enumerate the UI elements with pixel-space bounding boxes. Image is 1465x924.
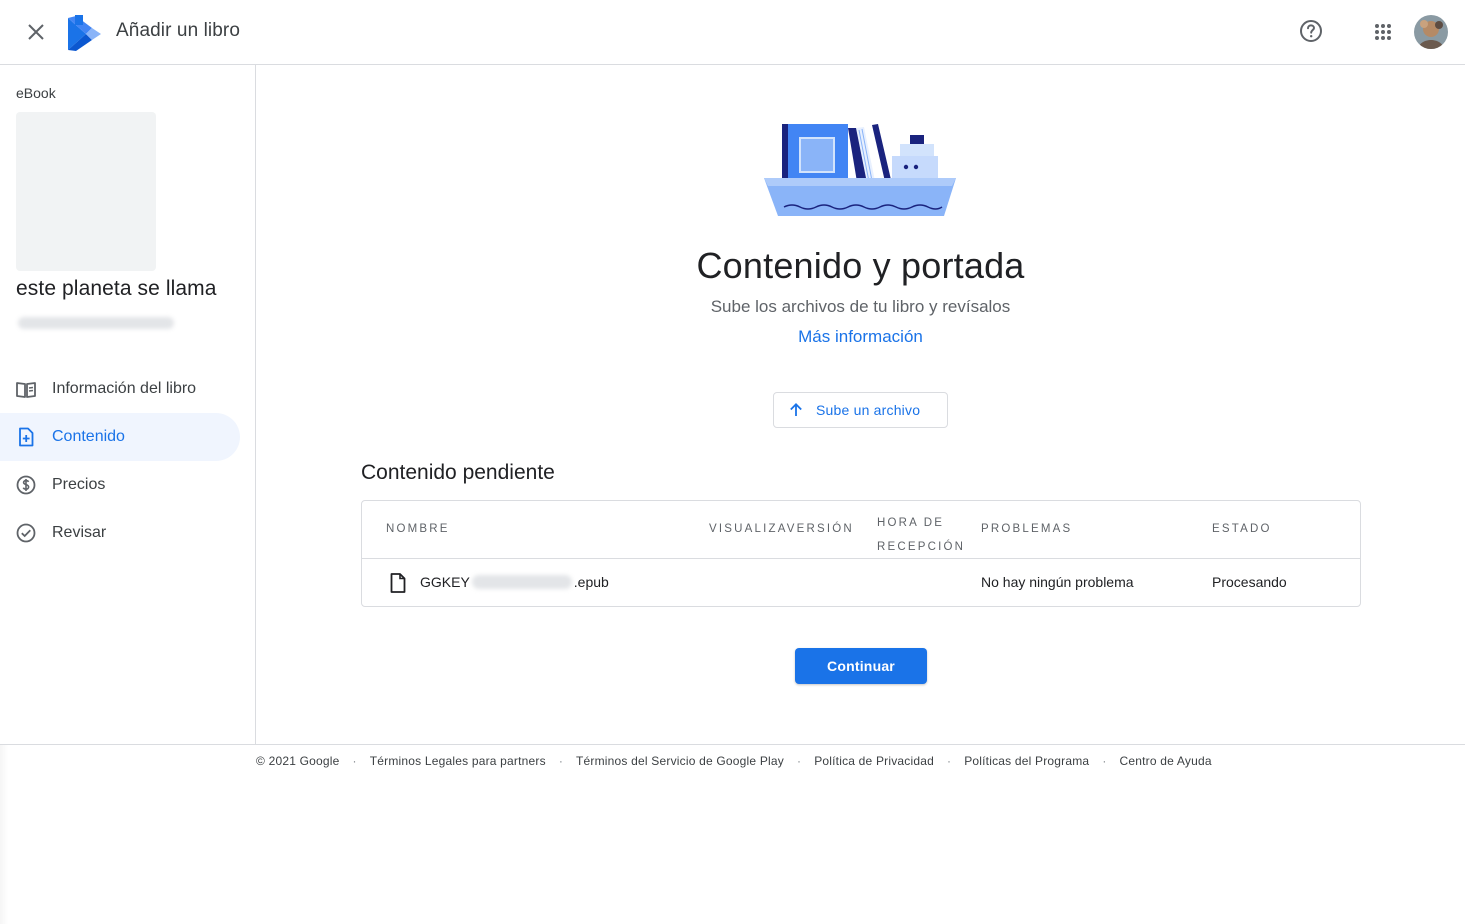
footer-separator: ·: [558, 754, 564, 768]
sidebar: eBook este planeta se llama Información …: [0, 65, 256, 745]
file-status: Procesando: [1212, 574, 1287, 590]
column-header-name: Nombre: [386, 523, 450, 535]
content-subtitle: Sube los archivos de tu libro y revísalo…: [710, 297, 1011, 316]
sidebar-nav: Información del libro Contenido Precios …: [0, 365, 256, 557]
check-circle-icon: [16, 523, 36, 543]
book-type-label: eBook: [16, 85, 56, 101]
help-button[interactable]: [1297, 17, 1325, 45]
footer: © 2021 Google · Términos Legales para pa…: [0, 744, 1465, 924]
book-ship-illustration: [764, 124, 956, 216]
footer-link-partner-terms[interactable]: Términos Legales para partners: [370, 754, 546, 768]
top-app-bar: Añadir un libro: [0, 0, 1465, 65]
close-button[interactable]: [20, 16, 52, 48]
footer-separator: ·: [1102, 754, 1107, 768]
continue-button-label: Continuar: [827, 658, 895, 674]
footer-copyright: © 2021 Google: [256, 754, 340, 768]
arrow-upward-icon: [790, 403, 802, 416]
column-header-version: Visualizaversión: [709, 523, 854, 535]
file-problems: No hay ningún problema: [981, 574, 1134, 590]
footer-link-program-policies[interactable]: Políticas del Programa: [964, 754, 1089, 768]
sidebar-item-label: Información del libro: [52, 380, 197, 397]
sidebar-item-content[interactable]: Contenido: [0, 413, 240, 461]
pending-content-table: Nombre Visualizaversión Hora de recepció…: [361, 500, 1361, 607]
file-name-suffix: .epub: [573, 574, 609, 590]
column-header-received-time: Hora de recepción: [877, 517, 966, 553]
sidebar-item-label: Contenido: [52, 428, 125, 445]
table-row[interactable]: GGKEY .epub No hay ningún problema Proce…: [362, 558, 1360, 606]
book-cover-placeholder: [16, 112, 156, 271]
column-header-problems: Problemas: [981, 523, 1073, 535]
footer-link-privacy[interactable]: Política de Privacidad: [814, 754, 934, 768]
more-info-link[interactable]: Más información: [256, 327, 1465, 347]
dollar-circle-icon: [16, 475, 36, 495]
apps-grid-icon: [1375, 24, 1391, 40]
book-author-redacted: [18, 317, 174, 329]
help-circle-icon: [1300, 20, 1322, 42]
footer-separator: ·: [796, 754, 802, 768]
content-heading: Contenido y portada: [696, 245, 1025, 286]
sidebar-item-label: Revisar: [52, 524, 107, 541]
sidebar-item-review[interactable]: Revisar: [0, 509, 240, 557]
more-info-link-label[interactable]: Más información: [798, 327, 923, 346]
footer-link-play-terms[interactable]: Términos del Servicio de Google Play: [576, 754, 784, 768]
close-icon: [28, 24, 44, 40]
avatar-image-icon: [1414, 15, 1448, 49]
pending-content-heading: Contenido pendiente: [361, 461, 555, 484]
upload-file-label: Sube un archivo: [816, 402, 921, 418]
page-title: Añadir un libro: [116, 20, 241, 41]
book-info-icon: [16, 382, 36, 398]
footer-separator: ·: [352, 754, 357, 768]
book-title: este planeta se llama: [16, 277, 217, 300]
apps-button[interactable]: [1369, 18, 1397, 46]
sidebar-item-book-info[interactable]: Información del libro: [0, 365, 240, 413]
upload-file-button[interactable]: Sube un archivo: [773, 392, 948, 428]
footer-separator: ·: [946, 754, 952, 768]
continue-button[interactable]: Continuar: [795, 648, 927, 684]
file-name-prefix: GGKEY: [420, 574, 470, 590]
footer-links: © 2021 Google · Términos Legales para pa…: [256, 754, 1212, 768]
avatar[interactable]: [1414, 15, 1448, 49]
footer-link-help-center[interactable]: Centro de Ayuda: [1120, 754, 1212, 768]
sidebar-item-label: Precios: [52, 476, 106, 493]
file-name-redacted: [471, 575, 572, 589]
file-name: GGKEY .epub: [420, 574, 609, 590]
main-content: Contenido y portada Sube los archivos de…: [256, 65, 1465, 745]
file-icon: [390, 573, 406, 593]
column-header-status: Estado: [1212, 523, 1272, 535]
google-play-books-logo-icon: [68, 15, 101, 51]
sidebar-item-pricing[interactable]: Precios: [0, 461, 240, 509]
content-file-icon: [19, 427, 34, 447]
